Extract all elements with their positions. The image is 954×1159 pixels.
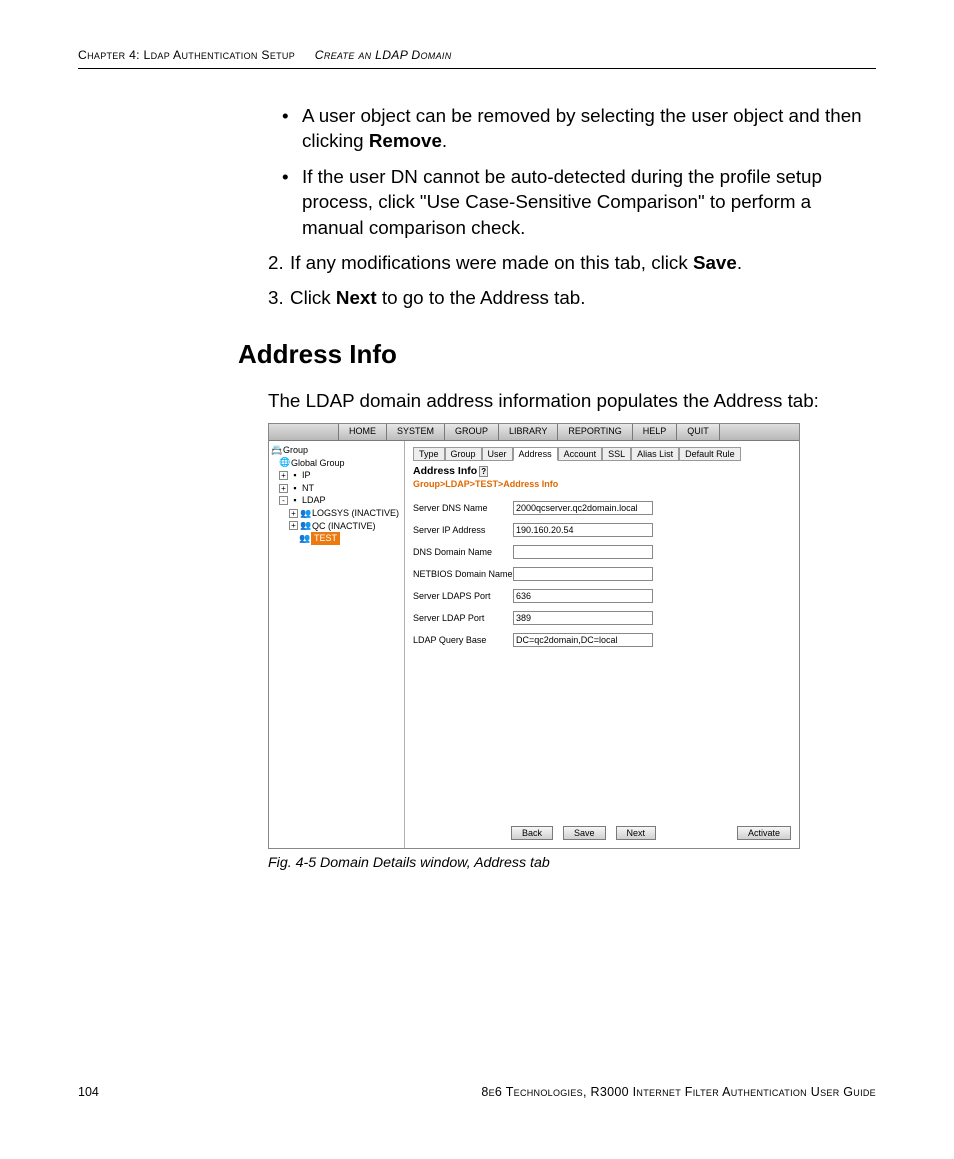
- menu-quit[interactable]: QUIT: [677, 424, 720, 440]
- tab-group[interactable]: Group: [445, 447, 482, 461]
- button-row: Back Save Next Activate: [413, 826, 791, 840]
- footer-guide: 8e6 Technologies, R3000 Internet Filter …: [481, 1085, 876, 1099]
- tab-user[interactable]: User: [482, 447, 513, 461]
- back-button[interactable]: Back: [511, 826, 553, 840]
- input-ldap-port[interactable]: [513, 611, 653, 625]
- tree-nt[interactable]: + ▪ NT: [271, 482, 402, 495]
- next-button[interactable]: Next: [616, 826, 657, 840]
- tab-account[interactable]: Account: [558, 447, 603, 461]
- users-icon: 👥: [300, 509, 310, 518]
- label-dns-domain: DNS Domain Name: [413, 547, 513, 557]
- input-query-base[interactable]: [513, 633, 653, 647]
- globe-icon: 🌐: [279, 458, 289, 467]
- bullet-remove: A user object can be removed by selectin…: [268, 103, 866, 154]
- tree-global-group[interactable]: 🌐 Global Group: [271, 457, 402, 470]
- menu-system[interactable]: SYSTEM: [387, 424, 445, 440]
- label-ldaps-port: Server LDAPS Port: [413, 591, 513, 601]
- step-3: 3. Click Next to go to the Address tab.: [268, 285, 866, 310]
- plus-icon[interactable]: +: [289, 509, 298, 518]
- label-netbios: NETBIOS Domain Name: [413, 569, 513, 579]
- tree-ip[interactable]: + ▪ IP: [271, 469, 402, 482]
- help-icon[interactable]: ?: [479, 466, 488, 477]
- input-server-ip[interactable]: [513, 523, 653, 537]
- tab-type[interactable]: Type: [413, 447, 445, 461]
- tree-logsys[interactable]: + 👥 LOGSYS (INACTIVE): [271, 507, 402, 520]
- tab-ssl[interactable]: SSL: [602, 447, 631, 461]
- breadcrumb: Group>LDAP>TEST>Address Info: [413, 479, 791, 489]
- tree-test[interactable]: 👥 TEST: [271, 532, 402, 545]
- figure-caption: Fig. 4-5 Domain Details window, Address …: [268, 855, 876, 871]
- label-server-dns: Server DNS Name: [413, 503, 513, 513]
- menu-library[interactable]: LIBRARY: [499, 424, 558, 440]
- menu-reporting[interactable]: REPORTING: [558, 424, 632, 440]
- save-button[interactable]: Save: [563, 826, 606, 840]
- menu-help[interactable]: HELP: [633, 424, 678, 440]
- section-intro: The LDAP domain address information popu…: [268, 388, 866, 413]
- tab-alias-list[interactable]: Alias List: [631, 447, 679, 461]
- page-header: Chapter 4: Ldap Authentication Setup Cre…: [78, 48, 876, 69]
- header-chapter: Chapter 4: Ldap Authentication Setup: [78, 48, 295, 62]
- tree-root[interactable]: 📇 Group: [271, 444, 402, 457]
- domain-details-window: HOME SYSTEM GROUP LIBRARY REPORTING HELP…: [268, 423, 800, 849]
- input-dns-domain[interactable]: [513, 545, 653, 559]
- node-icon: ▪: [290, 484, 300, 493]
- activate-button[interactable]: Activate: [737, 826, 791, 840]
- main-panel: Type Group User Address Account SSL Alia…: [405, 441, 799, 848]
- label-server-ip: Server IP Address: [413, 525, 513, 535]
- menu-group[interactable]: GROUP: [445, 424, 499, 440]
- page-footer: 104 8e6 Technologies, R3000 Internet Fil…: [78, 1085, 876, 1099]
- node-icon: ▪: [290, 496, 300, 505]
- minus-icon[interactable]: -: [279, 496, 288, 505]
- tree-sidebar: 📇 Group 🌐 Global Group + ▪ IP + ▪ NT - ▪…: [269, 441, 405, 848]
- node-icon: ▪: [290, 471, 300, 480]
- tab-address[interactable]: Address: [513, 447, 558, 461]
- label-query-base: LDAP Query Base: [413, 635, 513, 645]
- input-ldaps-port[interactable]: [513, 589, 653, 603]
- menu-home[interactable]: HOME: [339, 424, 387, 440]
- tree-qc[interactable]: + 👥 QC (INACTIVE): [271, 520, 402, 533]
- input-server-dns[interactable]: [513, 501, 653, 515]
- label-ldap-port: Server LDAP Port: [413, 613, 513, 623]
- section-heading: Address Info: [238, 339, 876, 370]
- plus-icon[interactable]: +: [289, 521, 298, 530]
- page-number: 104: [78, 1085, 99, 1099]
- users-icon: 👥: [299, 534, 309, 543]
- tabs: Type Group User Address Account SSL Alia…: [413, 447, 791, 461]
- plus-icon[interactable]: +: [279, 484, 288, 493]
- bullet-case-sensitive: If the user DN cannot be auto-detected d…: [268, 164, 866, 240]
- input-netbios[interactable]: [513, 567, 653, 581]
- menubar: HOME SYSTEM GROUP LIBRARY REPORTING HELP…: [269, 424, 799, 441]
- panel-title: Address Info?: [413, 465, 791, 477]
- tree-ldap[interactable]: - ▪ LDAP: [271, 494, 402, 507]
- tab-default-rule[interactable]: Default Rule: [679, 447, 741, 461]
- users-icon: 👥: [300, 521, 310, 530]
- group-icon: 📇: [271, 446, 281, 455]
- header-section: Create an LDAP Domain: [315, 48, 452, 62]
- plus-icon[interactable]: +: [279, 471, 288, 480]
- step-2: 2. If any modifications were made on thi…: [268, 250, 866, 275]
